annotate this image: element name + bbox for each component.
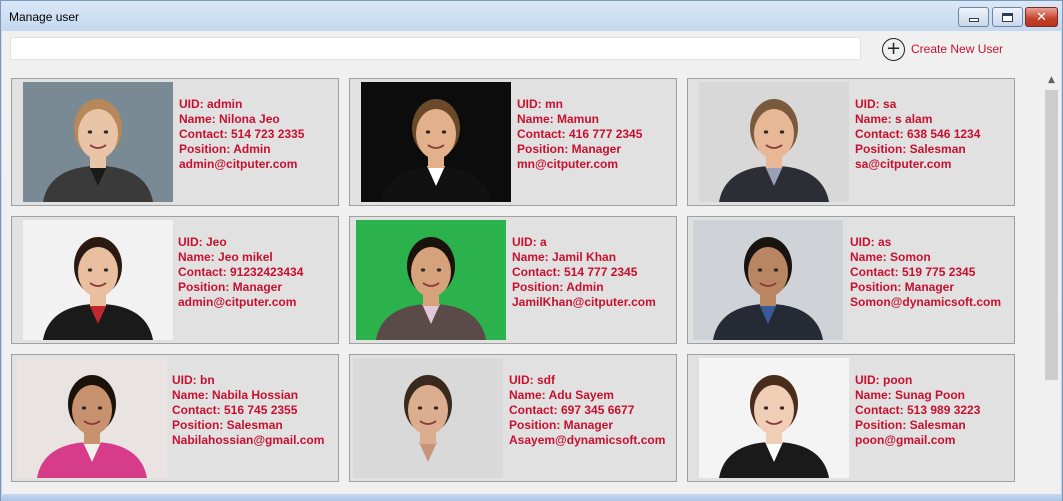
title-bar[interactable]: Manage user ✕ xyxy=(1,1,1062,31)
user-info: UID: Jeo Name: Jeo mikel Contact: 91232423… xyxy=(178,235,303,310)
user-card[interactable]: UID: sdf Name: Adu Sayem Contact: 697 345 … xyxy=(349,354,677,482)
user-card[interactable]: UID: bn Name: Nabila Hossian Contact: 516 … xyxy=(11,354,339,482)
user-card[interactable]: UID: mn Name: Mamun Contact: 416 777 2345 P… xyxy=(349,78,677,206)
user-uid: UID: Jeo xyxy=(178,235,227,249)
user-photo xyxy=(17,358,167,478)
user-position: Position: Admin xyxy=(512,280,604,294)
user-uid: UID: poon xyxy=(855,373,913,387)
user-uid: UID: admin xyxy=(179,97,243,111)
user-info: UID: sa Name: s alam Contact: 638 546 1234… xyxy=(855,97,980,172)
user-uid: UID: as xyxy=(850,235,892,249)
plus-circle-icon: + xyxy=(882,37,905,61)
user-photo xyxy=(699,358,849,478)
user-card[interactable]: UID: sa Name: s alam Contact: 638 546 1234… xyxy=(687,78,1015,206)
user-contact: Contact: 514 777 2345 xyxy=(512,265,638,279)
user-photo xyxy=(23,82,173,202)
user-info: UID: bn Name: Nabila Hossian Contact: 516 … xyxy=(172,373,324,448)
create-new-user-label: Create New User xyxy=(911,42,1004,56)
maximize-icon xyxy=(1002,12,1013,22)
user-position: Position: Manager xyxy=(850,280,955,294)
user-info: UID: sdf Name: Adu Sayem Contact: 697 345 … xyxy=(509,373,665,448)
user-email: Asayem@dynamicsoft.com xyxy=(509,433,666,447)
client-area: + Create New User UID: admin Name: Nilona… xyxy=(2,31,1061,494)
user-contact: Contact: 697 345 6677 xyxy=(509,403,635,417)
user-uid: UID: sa xyxy=(855,97,897,111)
user-uid: UID: sdf xyxy=(509,373,555,387)
manage-user-window: Manage user ✕ + Create New User UID: adm… xyxy=(0,0,1063,501)
window-title: Manage user xyxy=(9,10,80,24)
user-info: UID: admin Name: Nilona Jeo Contact: 514 7… xyxy=(179,97,304,172)
user-position: Position: Manager xyxy=(517,142,622,156)
user-photo xyxy=(356,220,506,340)
minimize-icon xyxy=(968,18,979,22)
user-contact: Contact: 519 775 2345 xyxy=(850,265,976,279)
user-name: Name: Mamun xyxy=(517,112,600,126)
minimize-button[interactable] xyxy=(958,7,989,27)
user-name: Name: Nilona Jeo xyxy=(179,112,280,126)
user-uid: UID: mn xyxy=(517,97,563,111)
user-email: JamilKhan@citputer.com xyxy=(512,295,656,309)
create-new-user-button[interactable]: + Create New User xyxy=(882,37,1003,61)
user-info: UID: mn Name: Mamun Contact: 416 777 2345 P… xyxy=(517,97,642,172)
user-position: Position: Admin xyxy=(179,142,271,156)
user-photo xyxy=(23,220,173,340)
user-photo xyxy=(353,358,503,478)
user-name: Name: Jeo mikel xyxy=(178,250,273,264)
user-position: Position: Manager xyxy=(178,280,283,294)
user-name: Name: s alam xyxy=(855,112,933,126)
user-photo xyxy=(693,220,843,340)
user-card[interactable]: UID: a Name: Jamil Khan Contact: 514 777 2… xyxy=(349,216,677,344)
search-input[interactable] xyxy=(10,37,861,60)
user-card-grid: UID: admin Name: Nilona Jeo Contact: 514 7… xyxy=(2,71,1042,494)
user-photo xyxy=(361,82,511,202)
user-name: Name: Sunag Poon xyxy=(855,388,966,402)
vertical-scrollbar[interactable]: ▲ xyxy=(1043,71,1060,494)
maximize-button[interactable] xyxy=(992,7,1023,27)
user-email: sa@citputer.com xyxy=(855,157,952,171)
user-name: Name: Nabila Hossian xyxy=(172,388,299,402)
user-card[interactable]: UID: admin Name: Nilona Jeo Contact: 514 7… xyxy=(11,78,339,206)
user-contact: Contact: 513 989 3223 xyxy=(855,403,981,417)
user-info: UID: as Name: Somon Contact: 519 775 2345 P… xyxy=(850,235,1001,310)
user-uid: UID: a xyxy=(512,235,547,249)
user-info: UID: poon Name: Sunag Poon Contact: 513 98… xyxy=(855,373,980,448)
user-contact: Contact: 516 745 2355 xyxy=(172,403,298,417)
user-contact: Contact: 416 777 2345 xyxy=(517,127,643,141)
close-icon: ✕ xyxy=(1036,9,1047,25)
scroll-thumb[interactable] xyxy=(1045,90,1058,380)
user-card[interactable]: UID: poon Name: Sunag Poon Contact: 513 98… xyxy=(687,354,1015,482)
user-info: UID: a Name: Jamil Khan Contact: 514 777 2… xyxy=(512,235,656,310)
user-name: Name: Somon xyxy=(850,250,931,264)
user-position: Position: Salesman xyxy=(855,418,966,432)
user-contact: Contact: 638 546 1234 xyxy=(855,127,981,141)
window-bottom-border xyxy=(1,494,1062,501)
user-email: mn@citputer.com xyxy=(517,157,619,171)
user-card[interactable]: UID: as Name: Somon Contact: 519 775 2345 P… xyxy=(687,216,1015,344)
user-email: admin@citputer.com xyxy=(178,295,297,309)
user-contact: Contact: 91232423434 xyxy=(178,265,304,279)
user-contact: Contact: 514 723 2335 xyxy=(179,127,305,141)
user-name: Name: Jamil Khan xyxy=(512,250,617,264)
close-button[interactable]: ✕ xyxy=(1025,7,1058,27)
user-name: Name: Adu Sayem xyxy=(509,388,614,402)
user-photo xyxy=(699,82,849,202)
user-position: Position: Salesman xyxy=(855,142,966,156)
user-email: Somon@dynamicsoft.com xyxy=(850,295,1002,309)
scroll-up-arrow-icon[interactable]: ▲ xyxy=(1043,71,1060,88)
user-email: admin@citputer.com xyxy=(179,157,298,171)
user-uid: UID: bn xyxy=(172,373,215,387)
user-email: Nabilahossian@gmail.com xyxy=(172,433,325,447)
user-card[interactable]: UID: Jeo Name: Jeo mikel Contact: 91232423… xyxy=(11,216,339,344)
user-position: Position: Salesman xyxy=(172,418,283,432)
user-position: Position: Manager xyxy=(509,418,614,432)
user-email: poon@gmail.com xyxy=(855,433,956,447)
